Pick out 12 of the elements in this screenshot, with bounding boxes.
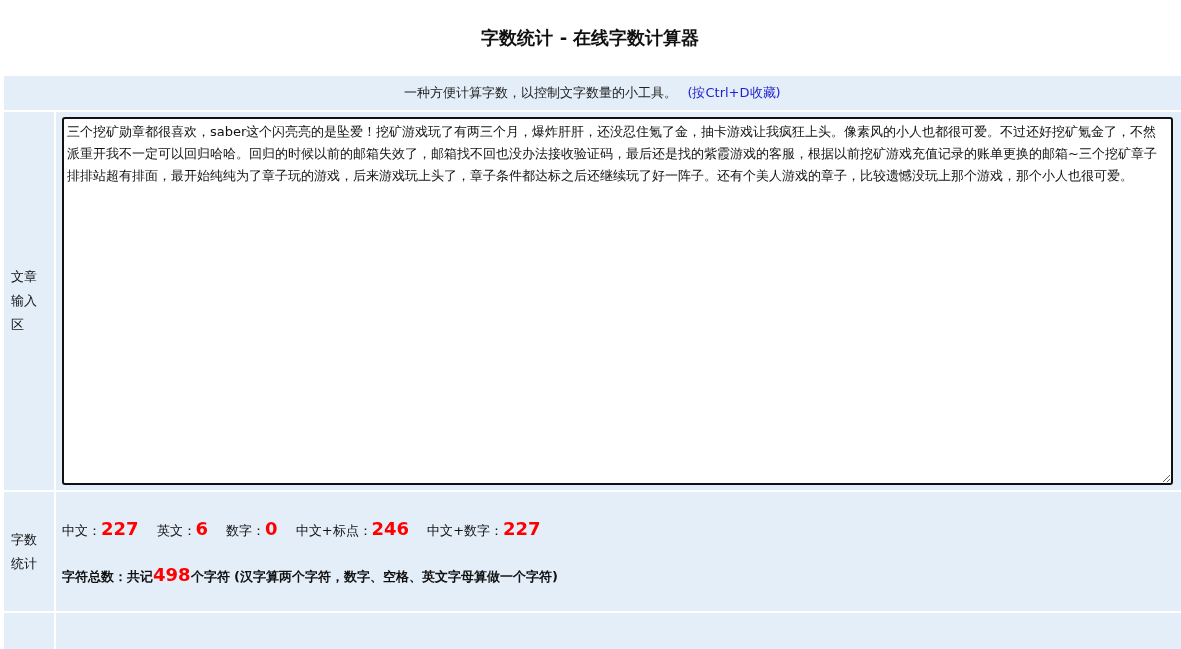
count-stat: 中文+标点：246 [295, 517, 410, 540]
page-title: 字数统计 - 在线字数计算器 [480, 26, 701, 50]
row-label: 文章输入区 [11, 268, 38, 334]
bookmark-link[interactable]: (按Ctrl+D收藏) [687, 84, 781, 102]
count-stat: 数字：0 [226, 517, 278, 540]
row-label: 字数统计 [11, 530, 38, 573]
article-input-field[interactable]: 三个挖矿勋章都很喜欢，saber这个闪亮亮的是坠爱！挖矿游戏玩了有两三个月，爆炸肝肝，还没忍住氪了金，抽卡游戏让我疯狂上头。像素风的小人也都很可爱。不过还好挖矿氪金了，不然派重开我不一定可以回归哈哈。回归的时候以前的邮箱失效了，邮箱找不回也没办法接收验证码，最后还是找的紫霞游戏的客服，根据以前挖矿游戏充值记录的账单更换的邮箱~三个挖矿章子排排站超有排面，最开始纯纯为了章子玩的游戏，后来游戏玩上头了，章子条件都达标之后还继续玩了好一阵子。还有个美人游戏的章子，比较遗憾没玩上那个游戏，那个小人也很可爱。 [62, 117, 1173, 485]
count-stat: 中文：227 [62, 517, 139, 540]
intro-text: 一种方便计算字数，以控制文字数量的小工具。 [404, 84, 678, 102]
total-characters-text: 字符总数：共记498个字符 (汉字算两个字符，数字、空格、英文字母算做一个字符) [62, 563, 558, 586]
count-stat: 中文+数字：227 [427, 517, 541, 540]
count-stat: 英文：6 [156, 517, 209, 540]
